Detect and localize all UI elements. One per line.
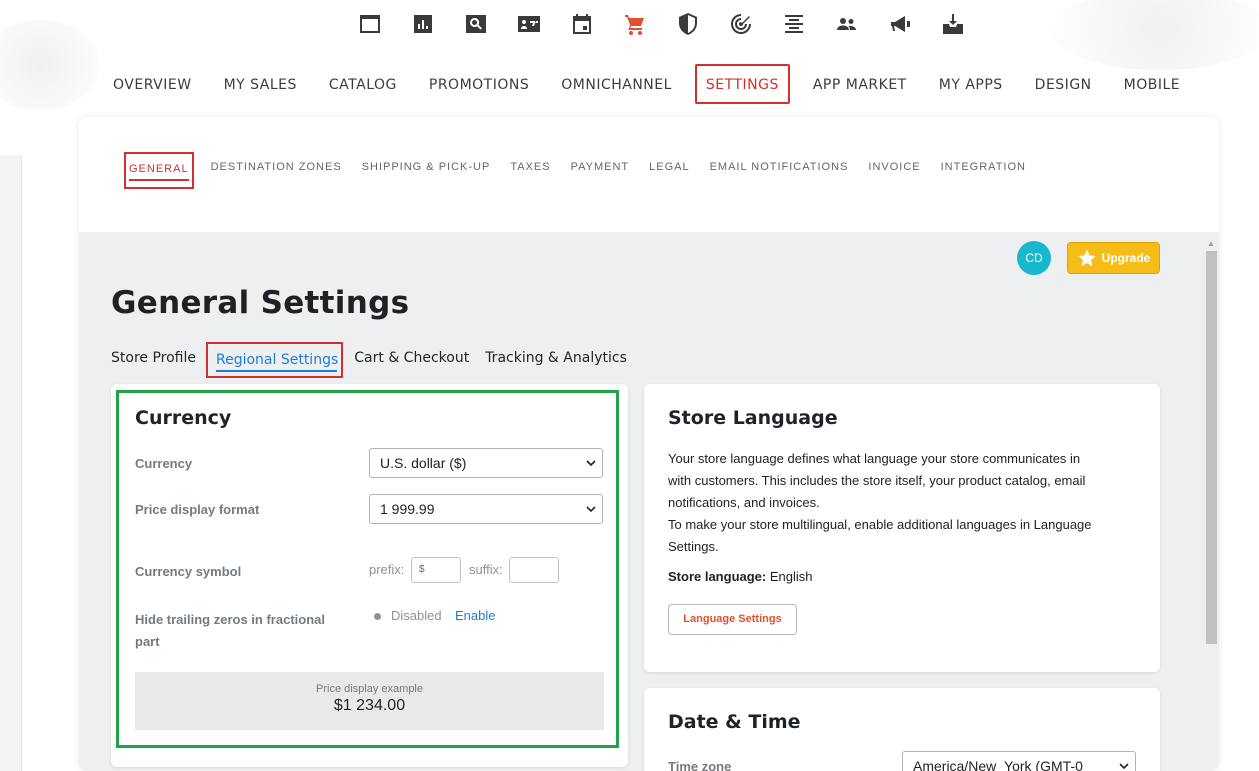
page-title: General Settings xyxy=(111,285,410,321)
chevron-down-icon xyxy=(586,506,596,513)
tab-store-profile[interactable]: Store Profile xyxy=(111,342,196,378)
contact-card-icon[interactable] xyxy=(502,10,555,38)
store-language-description: Your store language defines what languag… xyxy=(668,448,1092,558)
nav-app-market[interactable]: APP MARKET xyxy=(797,64,923,104)
megaphone-icon[interactable] xyxy=(873,10,926,38)
background-smudge xyxy=(1050,0,1259,70)
description-line: Your store language defines what languag… xyxy=(668,451,1081,466)
tab-tracking-analytics[interactable]: Tracking & Analytics xyxy=(485,342,627,378)
store-language-label: Store language: xyxy=(668,569,767,584)
settings-sub-nav: GENERAL DESTINATION ZONES SHIPPING & PIC… xyxy=(124,152,1036,189)
upgrade-label: Upgrade xyxy=(1101,251,1151,265)
cart-icon[interactable] xyxy=(608,10,661,38)
store-language-value: English xyxy=(769,569,813,584)
enable-link[interactable]: Enable xyxy=(455,608,495,623)
subnav-email-notifications[interactable]: EMAIL NOTIFICATIONS xyxy=(700,152,859,187)
price-example: Price display example $1 234.00 xyxy=(135,672,604,730)
nav-my-sales[interactable]: MY SALES xyxy=(208,64,313,104)
description-line: with customers. This includes the store … xyxy=(668,473,1086,488)
nav-settings[interactable]: SETTINGS xyxy=(694,64,790,104)
nav-omnichannel[interactable]: OMNICHANNEL xyxy=(545,64,688,104)
dashboard-icon[interactable] xyxy=(343,10,396,38)
subnav-payment[interactable]: PAYMENT xyxy=(561,152,640,187)
nav-overview[interactable]: OVERVIEW xyxy=(97,64,208,104)
star-icon xyxy=(1077,249,1096,267)
subnav-legal[interactable]: LEGAL xyxy=(639,152,699,187)
language-settings-button[interactable]: Language Settings xyxy=(668,604,797,635)
description-line: To make your store multilingual, enable … xyxy=(668,517,1092,532)
top-icon-bar xyxy=(343,10,979,38)
suffix-input[interactable] xyxy=(509,557,559,583)
nav-design[interactable]: DESIGN xyxy=(1019,64,1108,104)
suffix-label: suffix: xyxy=(469,562,503,577)
price-format-label: Price display format xyxy=(135,502,260,517)
price-format-select[interactable]: 1 999.99 xyxy=(369,494,603,524)
description-line: Settings. xyxy=(668,539,719,554)
prefix-input[interactable]: $ xyxy=(411,557,461,583)
background-smudge xyxy=(0,20,100,110)
target-icon[interactable] xyxy=(714,10,767,38)
nav-promotions[interactable]: PROMOTIONS xyxy=(413,64,545,104)
nav-my-apps[interactable]: MY APPS xyxy=(923,64,1019,104)
chevron-down-icon xyxy=(586,460,596,467)
trailing-zeros-label-2: part xyxy=(135,634,160,649)
calendar-icon[interactable] xyxy=(555,10,608,38)
tab-regional-settings[interactable]: Regional Settings xyxy=(205,342,344,378)
currency-symbol-label: Currency symbol xyxy=(135,564,242,579)
trailing-zeros-label: Hide trailing zeros in fractional xyxy=(135,612,325,627)
left-panel-edge xyxy=(0,155,22,771)
nav-mobile[interactable]: MOBILE xyxy=(1108,64,1196,104)
subnav-shipping-pickup[interactable]: SHIPPING & PICK-UP xyxy=(352,152,501,187)
nav-catalog[interactable]: CATALOG xyxy=(313,64,413,104)
description-line: notifications, and invoices. xyxy=(668,495,820,510)
time-zone-label: Time zone xyxy=(668,759,732,771)
subnav-general[interactable]: GENERAL xyxy=(124,152,194,189)
currency-select-value: U.S. dollar ($) xyxy=(380,455,467,471)
bar-chart-icon[interactable] xyxy=(396,10,449,38)
time-zone-select[interactable]: America/New_York (GMT-0 xyxy=(902,751,1136,771)
subnav-integration[interactable]: INTEGRATION xyxy=(931,152,1036,187)
tab-cart-checkout[interactable]: Cart & Checkout xyxy=(354,342,469,378)
price-format-value: 1 999.99 xyxy=(380,501,435,517)
chevron-down-icon xyxy=(1119,763,1129,770)
price-example-value: $1 234.00 xyxy=(333,697,406,714)
trailing-zeros-status: Disabled xyxy=(391,608,442,623)
people-icon[interactable] xyxy=(820,10,873,38)
settings-tabs: Store Profile Regional Settings Cart & C… xyxy=(111,342,643,378)
inbox-download-icon[interactable] xyxy=(926,10,979,38)
subnav-destination-zones[interactable]: DESTINATION ZONES xyxy=(201,152,352,187)
scrollbar-thumb[interactable] xyxy=(1206,251,1217,644)
currency-label: Currency xyxy=(135,456,193,471)
status-dot xyxy=(374,613,381,620)
store-language-row: Store language: English xyxy=(668,566,813,588)
avatar[interactable]: CD xyxy=(1017,241,1051,275)
currency-select[interactable]: U.S. dollar ($) xyxy=(369,448,603,478)
settings-card: GENERAL DESTINATION ZONES SHIPPING & PIC… xyxy=(79,117,1219,771)
prefix-label: prefix: xyxy=(369,562,405,577)
search-box-icon[interactable] xyxy=(449,10,502,38)
scroll-up-icon[interactable]: ▲ xyxy=(1207,239,1215,248)
subnav-taxes[interactable]: TAXES xyxy=(500,152,560,187)
currency-title: Currency xyxy=(135,407,232,429)
time-zone-value: America/New_York (GMT-0 xyxy=(913,758,1083,771)
main-nav: OVERVIEW MY SALES CATALOG PROMOTIONS OMN… xyxy=(97,64,1196,104)
upgrade-button[interactable]: Upgrade xyxy=(1067,242,1160,274)
scrollbar[interactable]: ▲ xyxy=(1204,239,1218,771)
date-time-title: Date & Time xyxy=(668,711,801,733)
price-example-caption: Price display example xyxy=(316,683,423,695)
subnav-invoice[interactable]: INVOICE xyxy=(858,152,930,187)
align-center-icon[interactable] xyxy=(767,10,820,38)
shield-icon[interactable] xyxy=(661,10,714,38)
store-language-title: Store Language xyxy=(668,407,838,429)
